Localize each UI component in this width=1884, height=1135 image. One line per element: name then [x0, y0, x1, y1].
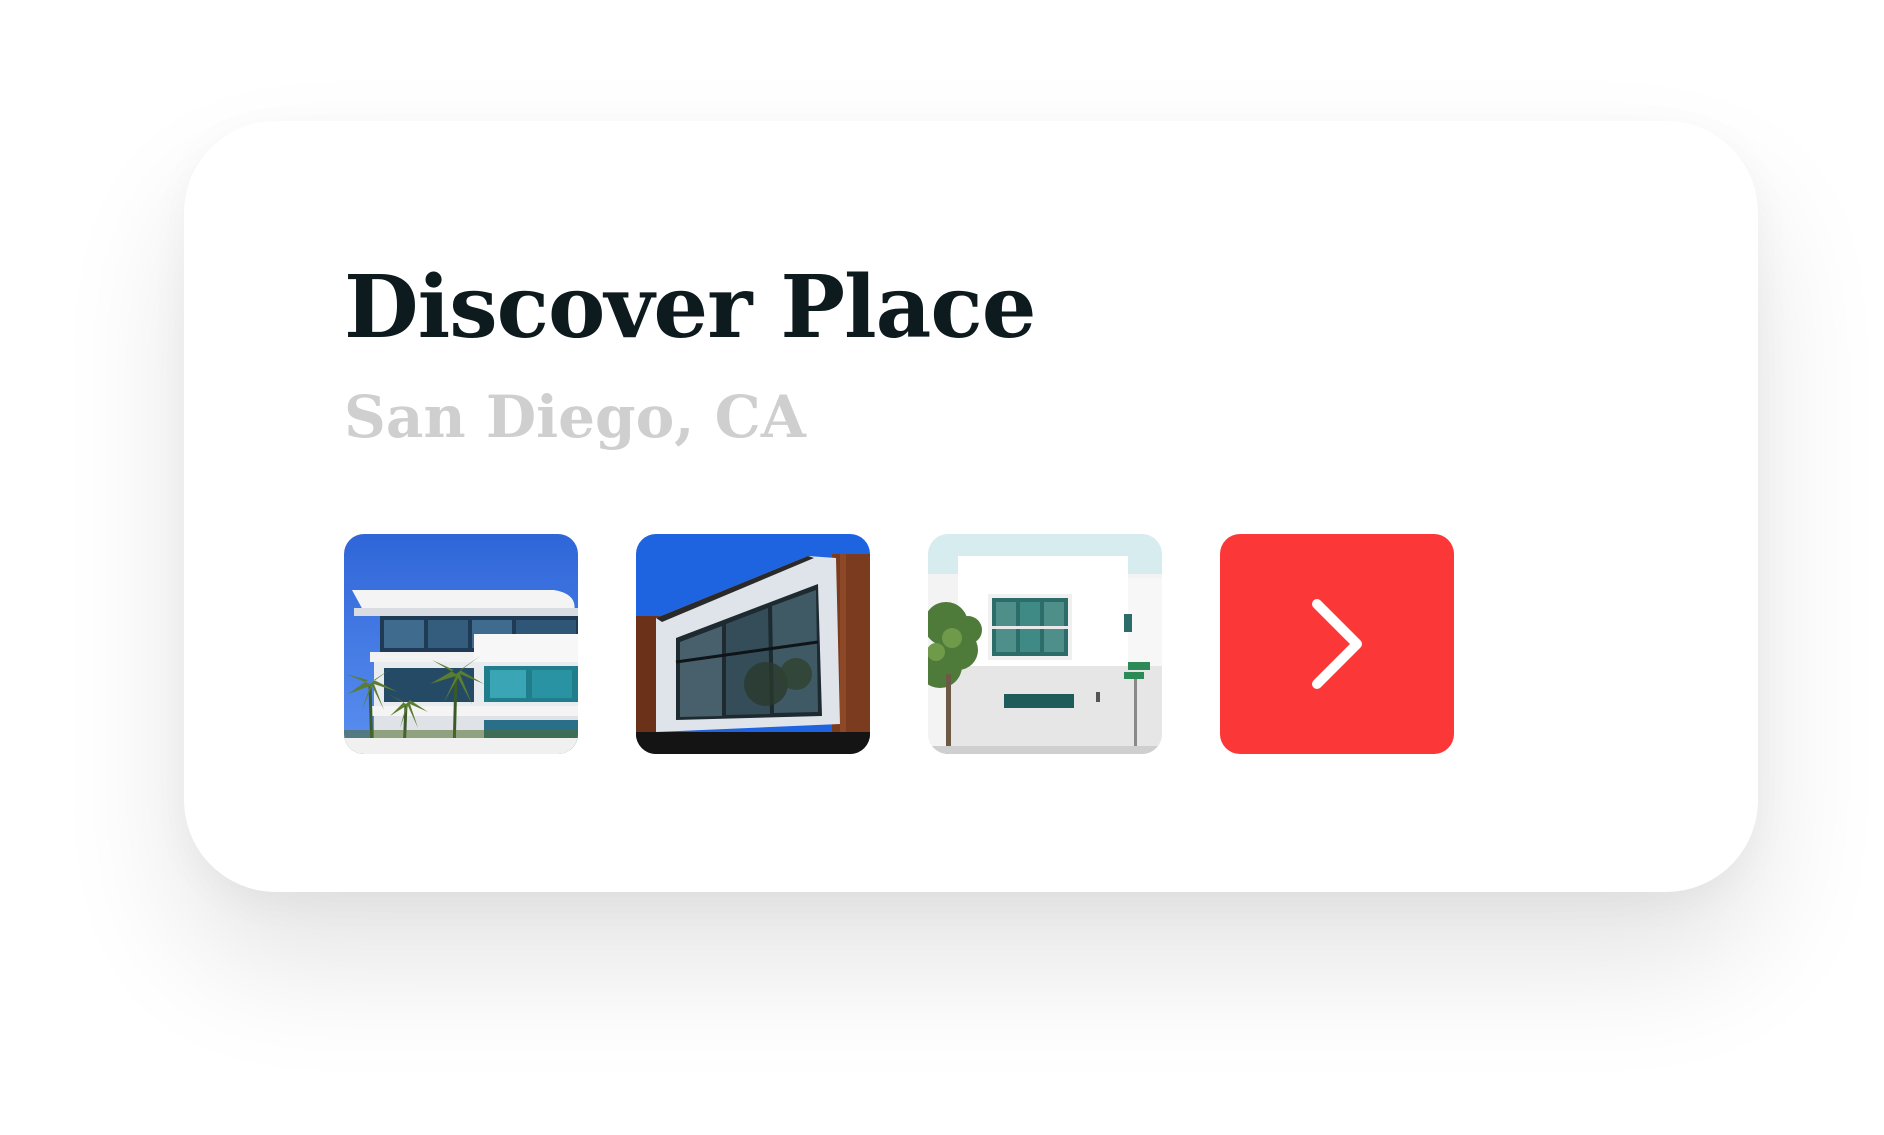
place-thumbnail-2[interactable]	[636, 534, 870, 754]
place-thumbnail-3[interactable]	[928, 534, 1162, 754]
next-button[interactable]	[1220, 534, 1454, 754]
card-title: Discover Place	[344, 257, 1036, 358]
house-photo-2	[636, 534, 870, 754]
house-photo-1	[344, 534, 578, 754]
house-photo-3	[928, 534, 1162, 754]
place-thumbnail-1[interactable]	[344, 534, 578, 754]
discover-card: Discover Place San Diego, CA	[184, 121, 1758, 892]
chevron-right-icon	[1312, 599, 1362, 689]
card-location: San Diego, CA	[344, 383, 806, 451]
page: Discover Place San Diego, CA	[0, 0, 1884, 1135]
